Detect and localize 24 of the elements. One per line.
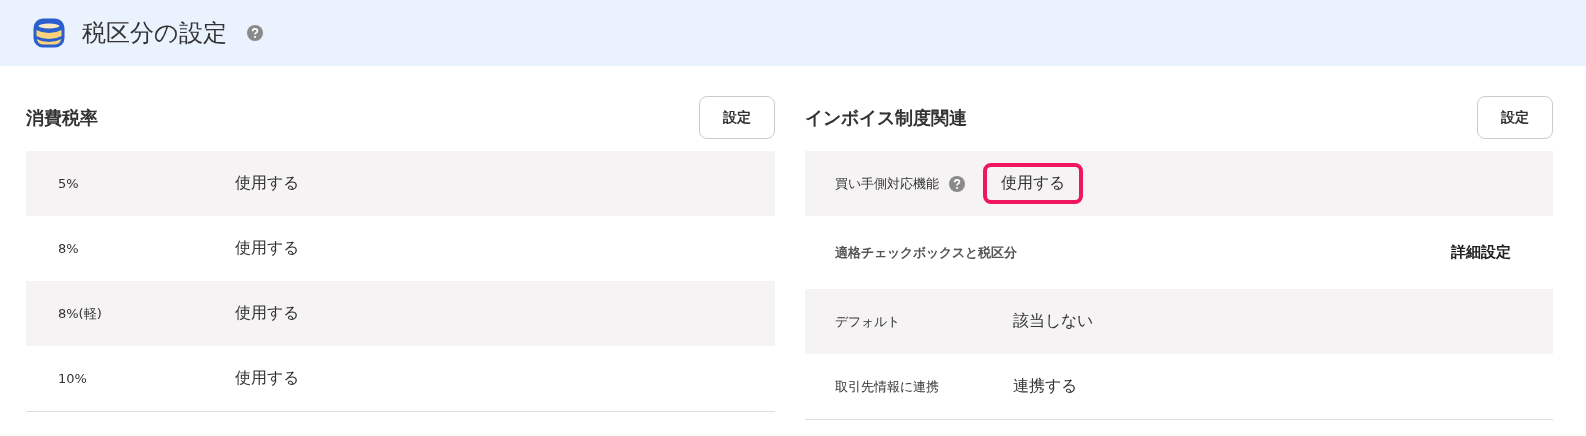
page-title: 税区分の設定 bbox=[82, 18, 227, 49]
tax-rate-label: 5% bbox=[57, 176, 80, 191]
status-value: 使用する bbox=[235, 173, 299, 194]
settings-button[interactable]: 設定 bbox=[698, 96, 775, 139]
status-value: 使用する bbox=[235, 368, 299, 389]
database-icon bbox=[32, 16, 66, 50]
status-value: 連携する bbox=[1012, 376, 1077, 397]
help-icon[interactable] bbox=[948, 175, 965, 192]
detail-settings-link[interactable]: 詳細設定 bbox=[1451, 243, 1511, 262]
help-icon[interactable] bbox=[247, 25, 263, 41]
status-value: 使用する bbox=[235, 303, 299, 324]
settings-button[interactable]: 設定 bbox=[1477, 96, 1553, 139]
setting-label: 取引先情報に連携 bbox=[833, 377, 940, 396]
section-title: インボイス制度関連 bbox=[804, 105, 967, 130]
setting-label: 買い手側対応機能 bbox=[833, 174, 939, 193]
tax-rate-label: 10% bbox=[57, 371, 88, 386]
section-title: 消費税率 bbox=[26, 105, 98, 130]
tax-rate-label: 8%(軽) bbox=[57, 304, 103, 323]
subsection-title: 適格チェックボックスと税区分 bbox=[834, 243, 1017, 262]
setting-label: デフォルト bbox=[833, 312, 901, 331]
status-value: 使用する bbox=[235, 238, 299, 259]
tax-rate-label: 8% bbox=[57, 241, 80, 256]
status-value: 使用する bbox=[982, 163, 1083, 204]
status-value: 該当しない bbox=[1012, 311, 1093, 332]
